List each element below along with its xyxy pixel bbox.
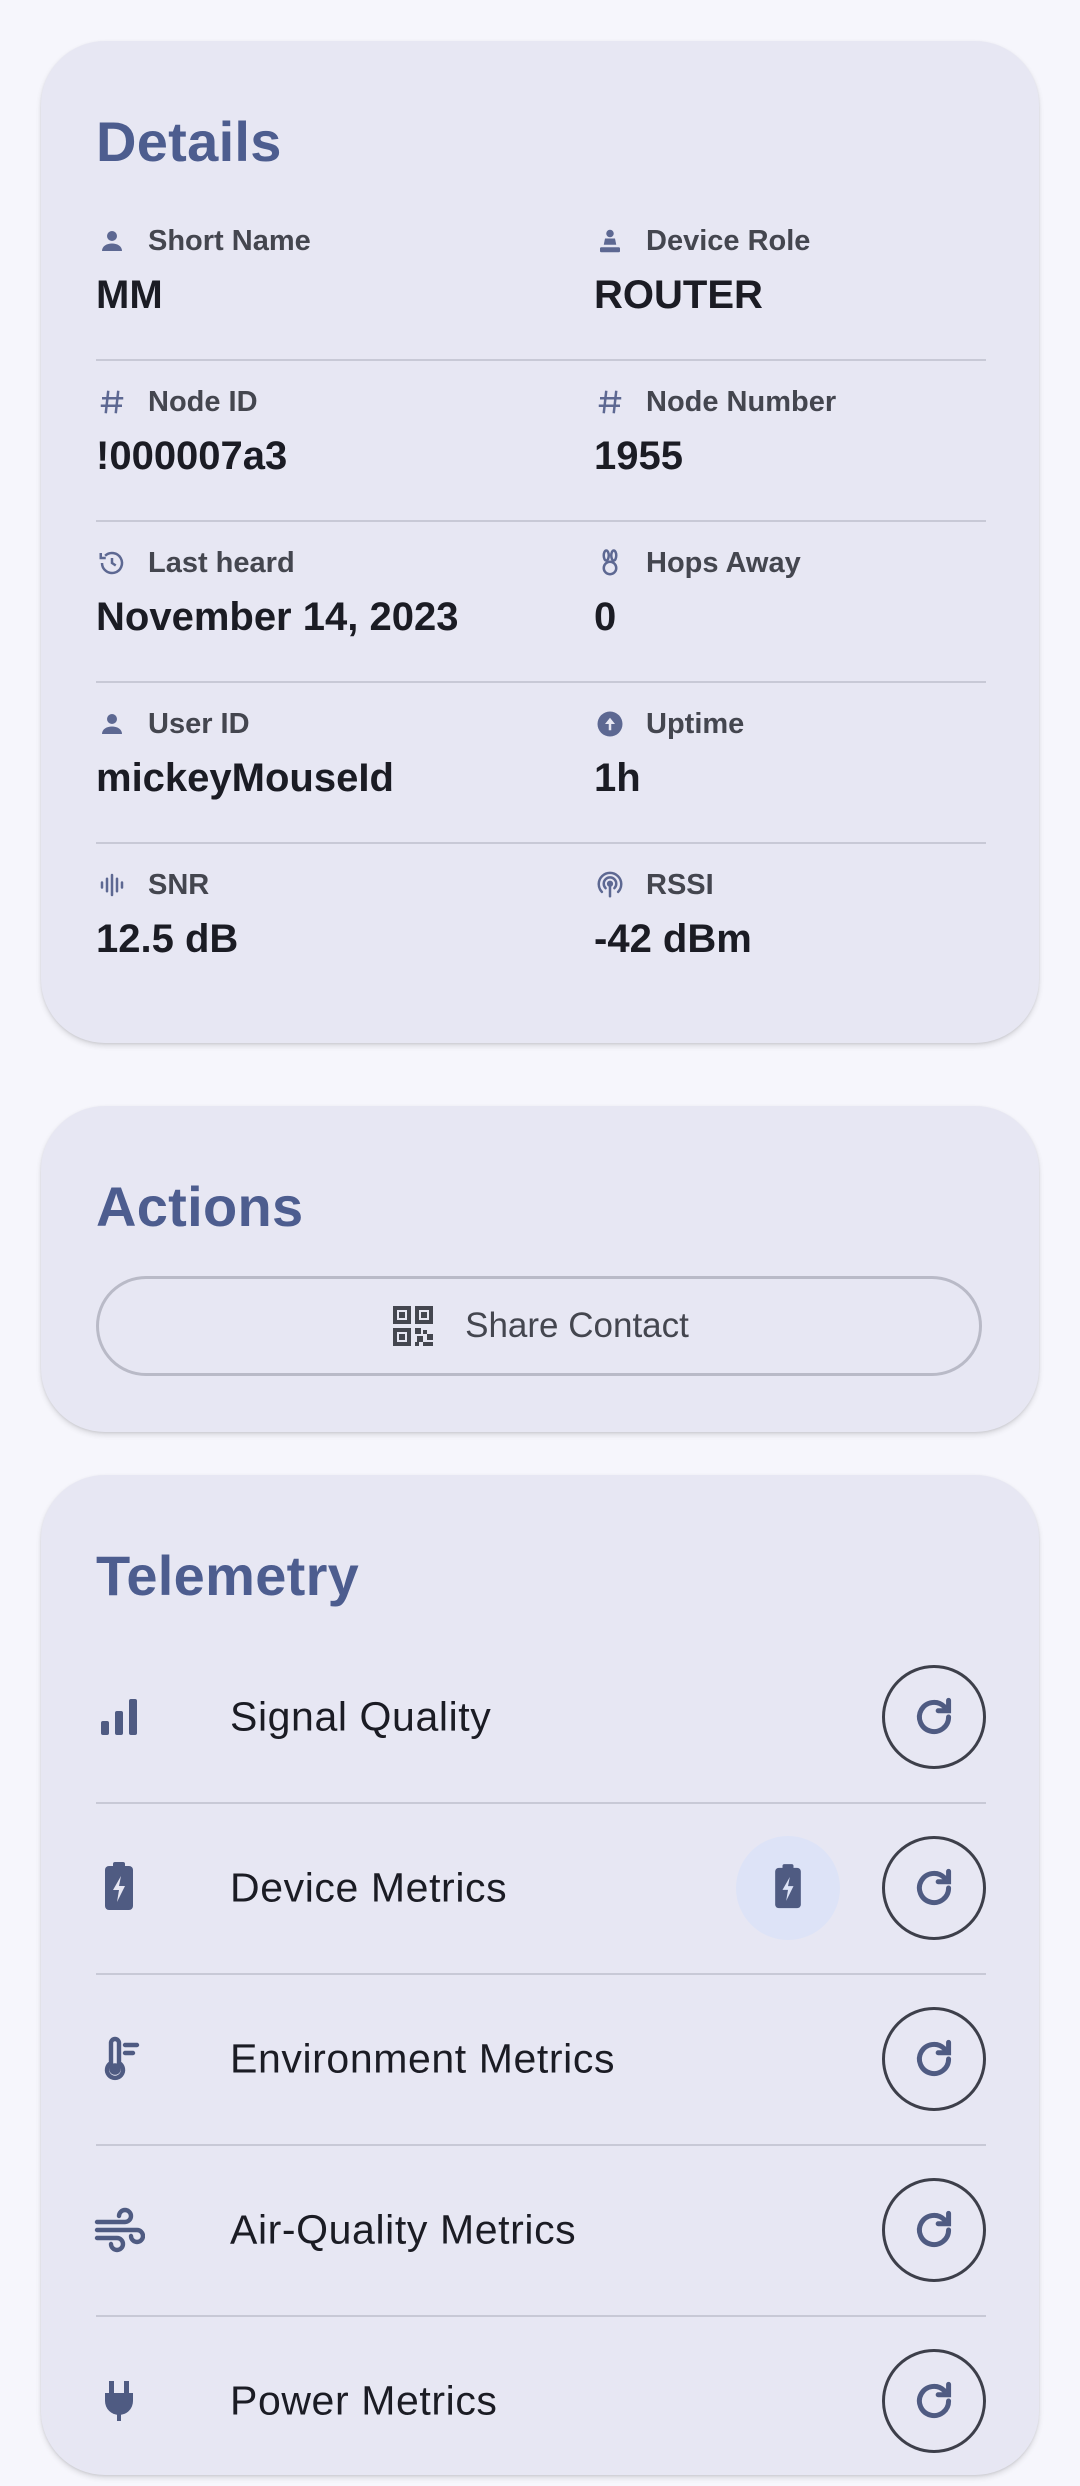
detail-value: mickeyMouseId	[96, 756, 394, 800]
detail-label: Uptime	[646, 707, 745, 740]
hash-icon	[594, 386, 626, 418]
detail-value: !000007a3	[96, 434, 288, 478]
refresh-button[interactable]	[882, 2007, 986, 2111]
detail-label: Hops Away	[646, 546, 801, 579]
refresh-button[interactable]	[882, 2349, 986, 2453]
detail-label: Short Name	[148, 224, 311, 257]
detail-label: RSSI	[646, 868, 714, 901]
battery-charging-icon	[91, 1860, 147, 1916]
details-card: Details Short Name MM Device Role ROUTER…	[41, 41, 1039, 1043]
telemetry-label: Signal Quality	[230, 1693, 492, 1740]
refresh-button[interactable]	[882, 1836, 986, 1940]
divider	[96, 359, 986, 361]
power-plug-icon	[91, 2373, 147, 2429]
telemetry-label: Device Metrics	[230, 1864, 508, 1911]
telemetry-label: Air-Quality Metrics	[230, 2206, 577, 2253]
wind-icon	[91, 2202, 147, 2258]
actions-card: Actions Share Contact	[41, 1106, 1039, 1432]
details-title: Details	[96, 110, 282, 173]
detail-value: -42 dBm	[594, 917, 752, 961]
detail-label: Last heard	[148, 546, 295, 579]
signal-bars-icon	[91, 1689, 147, 1745]
detail-value: ROUTER	[594, 273, 763, 317]
detail-label: SNR	[148, 868, 210, 901]
thermometer-icon	[91, 2031, 147, 2087]
telemetry-title: Telemetry	[96, 1544, 360, 1607]
telemetry-label: Power Metrics	[230, 2377, 498, 2424]
telemetry-row-signal-quality[interactable]: Signal Quality	[96, 1632, 986, 1802]
share-contact-button[interactable]: Share Contact	[96, 1276, 982, 1376]
detail-value: 1h	[594, 756, 641, 800]
antenna-icon	[594, 869, 626, 901]
qr-code-icon	[389, 1302, 437, 1350]
upload-circle-icon	[594, 708, 626, 740]
refresh-button[interactable]	[882, 1665, 986, 1769]
person-icon	[96, 708, 128, 740]
hash-icon	[96, 386, 128, 418]
detail-label: Node ID	[148, 385, 258, 418]
telemetry-label: Environment Metrics	[230, 2035, 616, 2082]
detail-label: Node Number	[646, 385, 837, 418]
actions-title: Actions	[96, 1175, 304, 1238]
divider	[96, 681, 986, 683]
history-icon	[96, 547, 128, 579]
detail-label: User ID	[148, 707, 250, 740]
waveform-icon	[96, 869, 128, 901]
device-role-icon	[594, 225, 626, 257]
divider	[96, 842, 986, 844]
refresh-button[interactable]	[882, 2178, 986, 2282]
telemetry-row-power-metrics[interactable]: Power Metrics	[96, 2316, 986, 2486]
detail-value: MM	[96, 273, 163, 317]
detail-value: 12.5 dB	[96, 917, 239, 961]
hops-rabbit-icon	[594, 547, 626, 579]
detail-value: November 14, 2023	[96, 595, 459, 639]
share-contact-label: Share Contact	[465, 1306, 689, 1345]
telemetry-card: Telemetry Signal Quality Device Metrics	[41, 1475, 1039, 2475]
telemetry-row-environment-metrics[interactable]: Environment Metrics	[96, 1974, 986, 2144]
person-icon	[96, 225, 128, 257]
divider	[96, 520, 986, 522]
telemetry-row-device-metrics[interactable]: Device Metrics	[96, 1803, 986, 1973]
detail-label: Device Role	[646, 224, 811, 257]
battery-charging-icon	[766, 1864, 810, 1912]
detail-value: 0	[594, 595, 617, 639]
telemetry-row-air-quality-metrics[interactable]: Air-Quality Metrics	[94, 2145, 986, 2315]
detail-value: 1955	[594, 434, 683, 478]
device-metrics-button[interactable]	[736, 1836, 840, 1940]
